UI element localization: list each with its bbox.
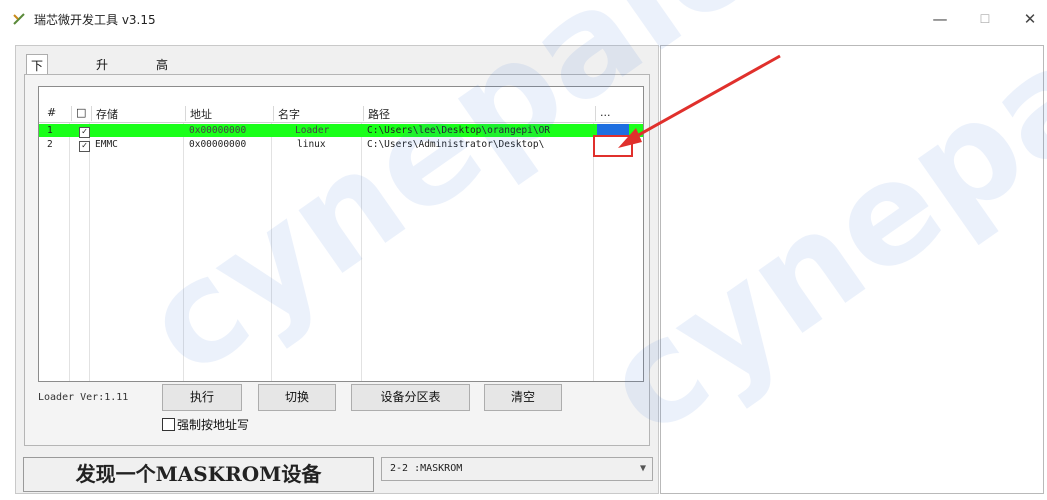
column-divider (361, 123, 362, 381)
column-divider (593, 123, 594, 381)
checkbox-box[interactable] (162, 418, 175, 431)
column-divider (69, 123, 70, 381)
device-partition-button[interactable]: 设备分区表 (351, 384, 470, 411)
header-num[interactable]: # (43, 106, 56, 121)
force-write-checkbox[interactable]: 强制按地址写 (162, 416, 249, 433)
row-path: C:\Users\Administrator\Desktop\ (367, 139, 545, 150)
list-header: # □ 存储 地址 名字 路径 ... (39, 105, 643, 123)
image-list[interactable]: # □ 存储 地址 名字 路径 ... 1 ✓ 0x00000000 Loade… (38, 86, 644, 382)
switch-button[interactable]: 切换 (258, 384, 336, 411)
header-check[interactable]: □ (71, 106, 86, 121)
rockchip-tool-icon (13, 13, 25, 25)
device-select[interactable]: 2-2 :MASKROM ▼ (381, 457, 653, 481)
minimize-icon[interactable]: — (925, 8, 955, 30)
header-storage[interactable]: 存储 (91, 106, 118, 121)
loader-version: Loader Ver:1.11 (38, 392, 129, 403)
row-address: 0x00000000 (189, 139, 247, 150)
table-row[interactable]: 1 ✓ 0x00000000 Loader C:\Users\lee\Deskt… (39, 124, 643, 138)
row-checkbox[interactable]: ✓ (79, 125, 90, 138)
row-name: Loader (295, 125, 330, 136)
row-address: 0x00000000 (189, 125, 247, 136)
header-path[interactable]: 路径 (363, 106, 390, 121)
run-button[interactable]: 执行 (162, 384, 242, 411)
row-storage: EMMC (95, 139, 118, 150)
force-write-label: 强制按地址写 (177, 418, 250, 432)
title-bar (0, 0, 1047, 40)
column-divider (89, 123, 90, 381)
window-title: 瑞芯微开发工具 v3.15 (34, 13, 156, 27)
row-number: 2 (47, 139, 53, 150)
close-icon[interactable]: ✕ (1015, 8, 1045, 30)
row-number: 1 (47, 125, 53, 136)
column-divider (183, 123, 184, 381)
status-message: 发现一个MASKROM设备 (23, 457, 374, 492)
maximize-icon[interactable]: ☐ (970, 8, 1000, 30)
device-select-value: 2-2 :MASKROM (390, 463, 463, 474)
table-row[interactable]: 2 ✓ EMMC 0x00000000 linux C:\Users\Admin… (39, 138, 643, 152)
row-checkbox[interactable]: ✓ (79, 139, 90, 152)
row-path: C:\Users\lee\Desktop\orangepi\OR (367, 125, 551, 136)
column-divider (271, 123, 272, 381)
row-name: linux (297, 139, 326, 150)
header-name[interactable]: 名字 (273, 106, 300, 121)
header-address[interactable]: 地址 (185, 106, 212, 121)
chevron-down-icon[interactable]: ▼ (640, 458, 646, 480)
annotation-arrow (618, 54, 781, 148)
clear-button[interactable]: 清空 (484, 384, 562, 411)
